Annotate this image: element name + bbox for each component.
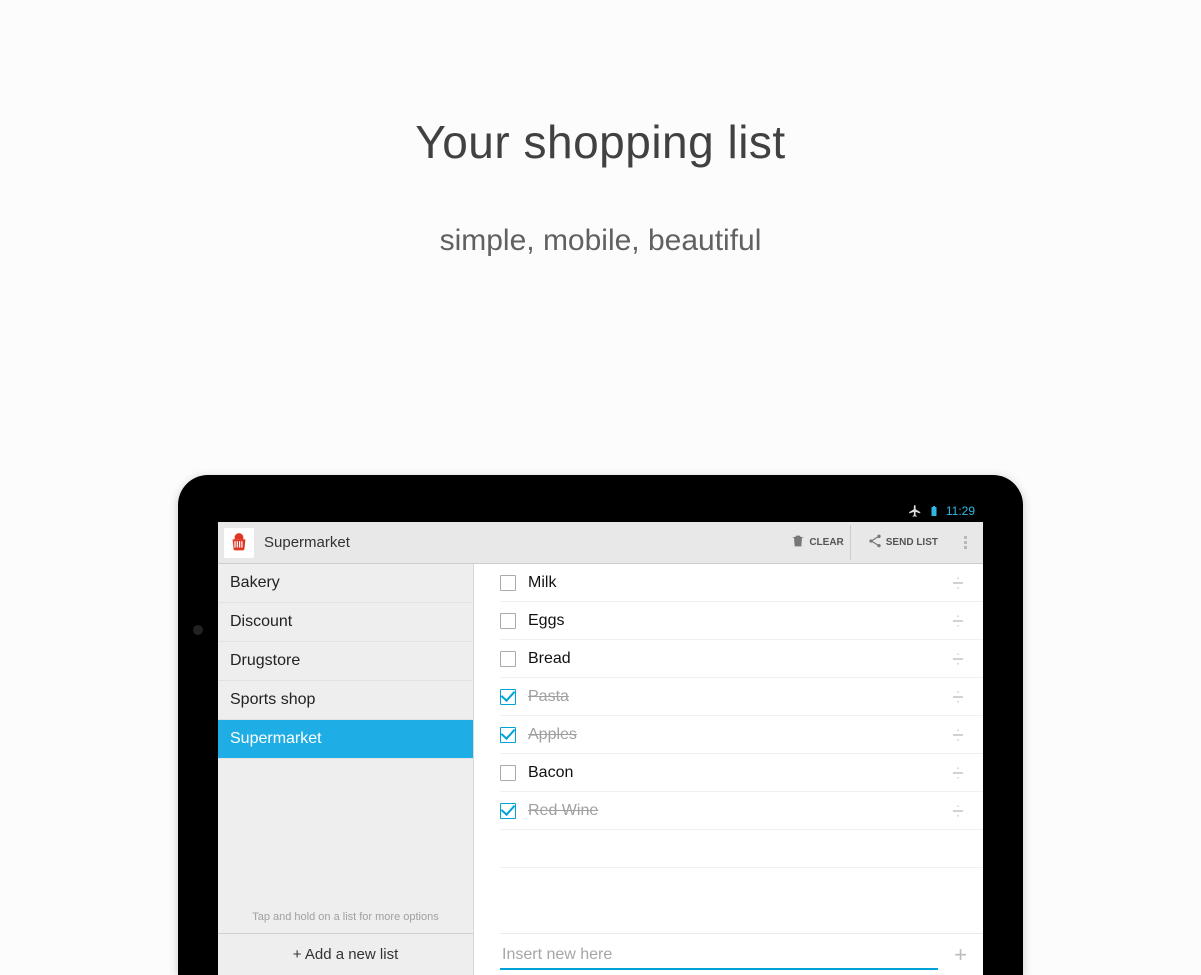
sidebar: BakeryDiscountDrugstoreSports shopSuperm… (218, 564, 474, 975)
checkbox[interactable] (500, 689, 516, 705)
list-item[interactable]: Eggs (500, 602, 983, 640)
app-icon (224, 528, 254, 558)
list-item[interactable]: Pasta (500, 678, 983, 716)
item-label: Pasta (528, 688, 933, 706)
send-list-button[interactable]: SEND LIST (861, 525, 944, 560)
item-label: Apples (528, 726, 933, 744)
share-icon (867, 533, 883, 552)
overflow-menu-button[interactable] (954, 530, 977, 555)
tablet-screen: 11:29 Supermarket CLEAR SEND LIST (218, 500, 983, 975)
add-list-button[interactable]: + Add a new list (218, 933, 473, 975)
clear-button[interactable]: CLEAR (784, 525, 850, 560)
tablet-frame: 11:29 Supermarket CLEAR SEND LIST (178, 475, 1023, 975)
checkbox[interactable] (500, 727, 516, 743)
insert-input[interactable] (500, 940, 938, 970)
marketing-subhead: simple, mobile, beautiful (0, 224, 1201, 258)
item-label: Bacon (528, 764, 933, 782)
sidebar-item[interactable]: Bakery (218, 564, 473, 603)
add-item-button[interactable]: + (938, 942, 983, 968)
sidebar-item[interactable]: Sports shop (218, 681, 473, 720)
drag-handle-icon[interactable] (933, 652, 983, 666)
camera-dot (193, 625, 203, 635)
send-list-label: SEND LIST (886, 537, 938, 548)
airplane-mode-icon (908, 504, 922, 518)
drag-handle-icon[interactable] (933, 576, 983, 590)
action-bar-title: Supermarket (264, 534, 774, 551)
empty-row (500, 830, 983, 868)
insert-row: + (500, 933, 983, 975)
checkbox[interactable] (500, 575, 516, 591)
list-item[interactable]: Red Wine (500, 792, 983, 830)
list-item[interactable]: Milk (500, 564, 983, 602)
drag-handle-icon[interactable] (933, 690, 983, 704)
list-item[interactable]: Apples (500, 716, 983, 754)
checkbox[interactable] (500, 613, 516, 629)
action-bar: Supermarket CLEAR SEND LIST (218, 522, 983, 564)
sidebar-item[interactable]: Discount (218, 603, 473, 642)
sidebar-item[interactable]: Drugstore (218, 642, 473, 681)
status-clock: 11:29 (946, 504, 975, 518)
list-item[interactable]: Bread (500, 640, 983, 678)
drag-handle-icon[interactable] (933, 614, 983, 628)
plus-icon: + (954, 942, 967, 967)
item-label: Red Wine (528, 802, 933, 820)
sidebar-item[interactable]: Supermarket (218, 720, 473, 759)
item-label: Eggs (528, 612, 933, 630)
drag-handle-icon[interactable] (933, 804, 983, 818)
drag-handle-icon[interactable] (933, 728, 983, 742)
marketing-headline: Your shopping list (0, 115, 1201, 169)
checkbox[interactable] (500, 803, 516, 819)
drag-handle-icon[interactable] (933, 766, 983, 780)
main-panel: Milk Eggs Bread Pasta Apples Bacon Red Wine + (474, 564, 983, 975)
item-label: Bread (528, 650, 933, 668)
battery-icon (928, 504, 940, 518)
status-bar: 11:29 (218, 500, 983, 522)
item-label: Milk (528, 574, 933, 592)
checkbox[interactable] (500, 651, 516, 667)
sidebar-hint: Tap and hold on a list for more options (218, 901, 473, 933)
clear-button-label: CLEAR (809, 537, 843, 548)
list-item[interactable]: Bacon (500, 754, 983, 792)
trash-icon (790, 533, 806, 552)
checkbox[interactable] (500, 765, 516, 781)
